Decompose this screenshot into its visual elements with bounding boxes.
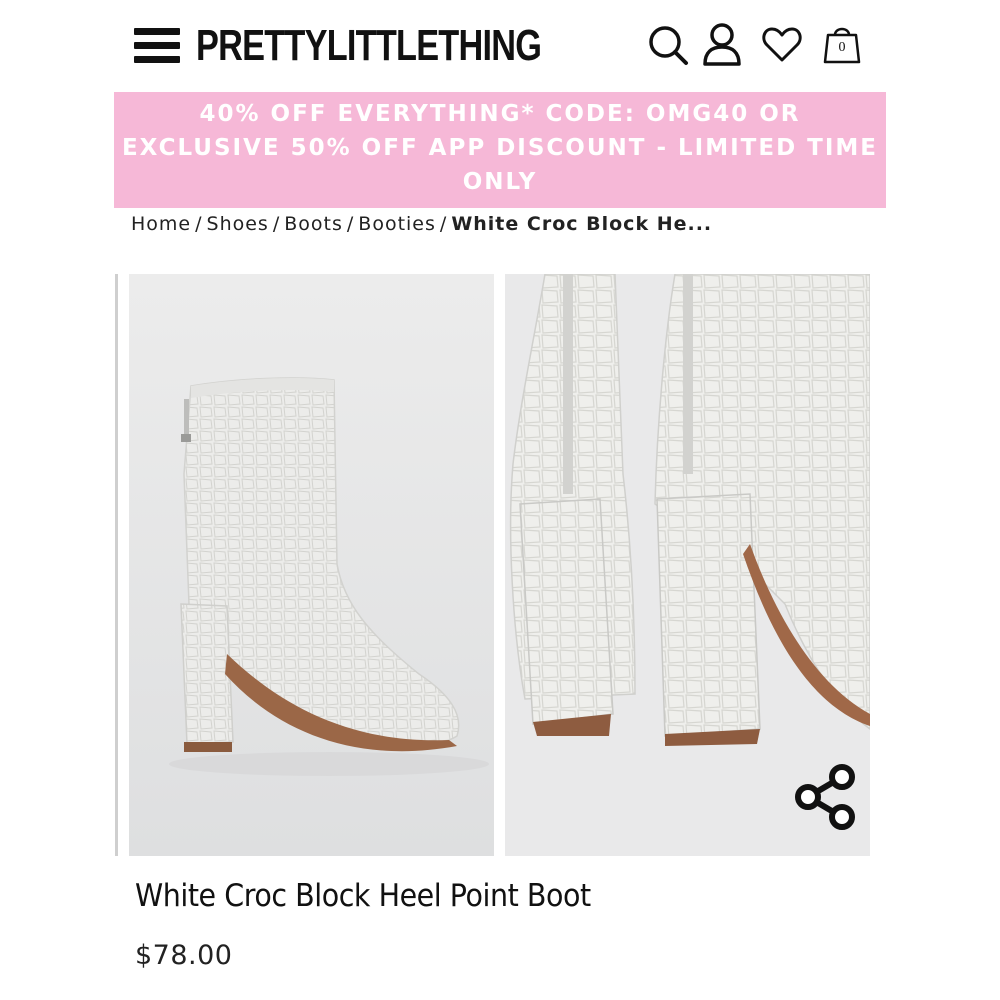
gallery-prev-image-edge[interactable] [115, 274, 118, 856]
breadcrumb-home[interactable]: Home [131, 213, 191, 235]
promo-line-3: ONLY [462, 169, 538, 195]
breadcrumb-booties[interactable]: Booties [358, 213, 436, 235]
breadcrumb-separator: / [346, 213, 355, 235]
breadcrumb-separator: / [195, 213, 203, 235]
product-price: $78.00 [135, 940, 233, 971]
product-title: White Croc Block Heel Point Boot [135, 878, 591, 914]
breadcrumb-boots[interactable]: Boots [284, 213, 343, 235]
promo-line-1: 40% OFF EVERYTHING* CODE: OMG40 OR [199, 101, 801, 127]
product-image-side-view[interactable] [129, 274, 494, 856]
share-icon[interactable] [790, 762, 860, 832]
shopping-bag-icon[interactable]: 0 [820, 22, 864, 66]
wishlist-heart-icon[interactable] [760, 22, 804, 66]
breadcrumb-shoes[interactable]: Shoes [207, 213, 269, 235]
breadcrumb: Home / Shoes / Boots / Booties / White Croc Bloc… [131, 208, 712, 240]
menu-icon[interactable] [134, 28, 180, 64]
breadcrumb-current: White Croc Block He... [451, 213, 713, 235]
site-header: PRETTYLITTLETHING 0 [0, 0, 1000, 92]
promo-line-2: EXCLUSIVE 50% OFF APP DISCOUNT - LIMITED… [121, 135, 879, 161]
breadcrumb-separator: / [272, 213, 281, 235]
search-icon[interactable] [646, 22, 690, 66]
breadcrumb-separator: / [439, 213, 448, 235]
bag-count-badge: 0 [838, 40, 846, 55]
account-icon[interactable] [700, 22, 744, 66]
promo-banner[interactable]: 40% OFF EVERYTHING* CODE: OMG40 OR EXCLU… [114, 92, 886, 208]
site-logo[interactable]: PRETTYLITTLETHING [196, 18, 542, 74]
